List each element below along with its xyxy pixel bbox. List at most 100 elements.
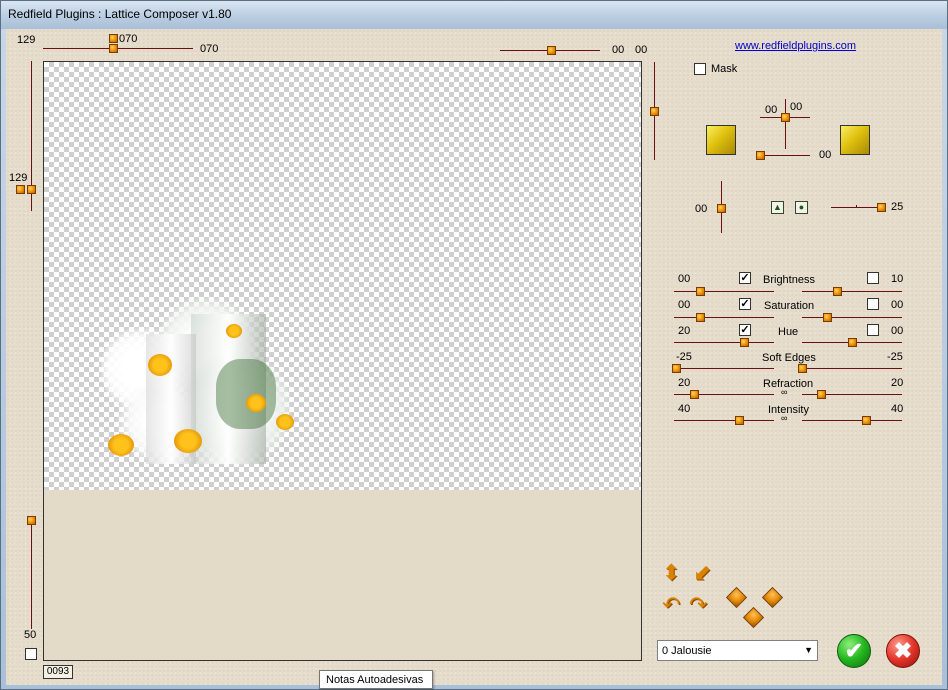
corner-value: 129 bbox=[17, 34, 36, 46]
rotate-right-icon[interactable]: ↷ bbox=[689, 594, 707, 616]
light-slider-value: 25 bbox=[891, 201, 904, 213]
mask-checkbox[interactable] bbox=[694, 63, 706, 75]
refraction-label: Refraction bbox=[763, 378, 814, 390]
light-vertical-knob[interactable] bbox=[717, 204, 726, 213]
intensity-link-icon[interactable]: ∞ bbox=[781, 413, 787, 423]
left-upper-slider-knob-a[interactable] bbox=[16, 185, 25, 194]
hue-right-knob[interactable] bbox=[848, 338, 857, 347]
cancel-button[interactable]: ✖ bbox=[886, 634, 920, 668]
window-title: Redfield Plugins : Lattice Composer v1.8… bbox=[8, 7, 232, 21]
left-lower-slider-track[interactable] bbox=[31, 519, 32, 629]
slider-b-value: 070 bbox=[200, 43, 219, 55]
preset-select-value: 0 Jalousie bbox=[662, 645, 712, 657]
refraction-right-knob[interactable] bbox=[817, 390, 826, 399]
saturation-right-track[interactable] bbox=[802, 317, 902, 318]
check-icon: ✔ bbox=[844, 638, 864, 663]
light-value: 00 bbox=[695, 203, 708, 215]
refraction-left-knob[interactable] bbox=[690, 390, 699, 399]
hue-label: Hue bbox=[778, 326, 799, 338]
website-link[interactable]: www.redfieldplugins.com bbox=[735, 40, 856, 52]
soft-edges-right-track[interactable] bbox=[802, 368, 902, 369]
brightness-right-knob[interactable] bbox=[833, 287, 842, 296]
chevron-down-icon[interactable]: ▼ bbox=[804, 645, 813, 655]
flip-vertical-icon[interactable]: ⬍ bbox=[662, 562, 680, 584]
hue-right-value: 00 bbox=[891, 325, 904, 337]
refraction-link-icon[interactable]: ∞ bbox=[781, 387, 787, 397]
intensity-right-value: 40 bbox=[891, 403, 904, 415]
brightness-left-track[interactable] bbox=[674, 291, 774, 292]
preset-select[interactable]: 0 Jalousie ▼ bbox=[657, 640, 818, 661]
top-right-slider-knob[interactable] bbox=[547, 46, 556, 55]
brightness-checkbox[interactable]: ✓ bbox=[739, 272, 751, 284]
hue-left-knob[interactable] bbox=[740, 338, 749, 347]
refraction-right-value: 20 bbox=[891, 377, 904, 389]
soft-edges-left-knob[interactable] bbox=[672, 364, 681, 373]
intensity-label: Intensity bbox=[768, 404, 809, 416]
refraction-left-track[interactable] bbox=[674, 394, 774, 395]
soft-edges-left-track[interactable] bbox=[674, 368, 774, 369]
left-bottom-value: 50 bbox=[24, 629, 37, 641]
saturation-checkbox[interactable]: ✓ bbox=[739, 298, 751, 310]
top-right-value-1: 00 bbox=[612, 44, 625, 56]
slider-a-track[interactable] bbox=[43, 48, 193, 49]
rotate-left-icon[interactable]: ↶ bbox=[662, 594, 680, 616]
offset-x-value: 00 bbox=[765, 104, 778, 116]
hue-left-value: 20 bbox=[678, 325, 691, 337]
plugin-window: Redfield Plugins : Lattice Composer v1.8… bbox=[0, 0, 948, 690]
mask-label: Mask bbox=[711, 63, 738, 75]
color-swatch-2[interactable] bbox=[840, 125, 870, 155]
hue-checkbox[interactable]: ✓ bbox=[739, 324, 751, 336]
intensity-left-knob[interactable] bbox=[735, 416, 744, 425]
left-upper-slider-knob-b[interactable] bbox=[27, 185, 36, 194]
random-dice-icon-3[interactable] bbox=[742, 606, 765, 629]
intensity-left-track[interactable] bbox=[674, 420, 774, 421]
soft-edges-right-knob[interactable] bbox=[798, 364, 807, 373]
saturation-left-track[interactable] bbox=[674, 317, 774, 318]
taskbar-tooltip: Notas Autoadesivas bbox=[319, 670, 433, 689]
light-center-button[interactable]: ● bbox=[795, 201, 808, 214]
slider-a-knob[interactable] bbox=[109, 44, 118, 53]
intensity-right-knob[interactable] bbox=[862, 416, 871, 425]
offset-crosshair-knob[interactable] bbox=[781, 113, 790, 122]
title-bar: Redfield Plugins : Lattice Composer v1.8… bbox=[1, 1, 947, 29]
color-swatch-1[interactable] bbox=[706, 125, 736, 155]
saturation-right-value: 00 bbox=[891, 299, 904, 311]
plugin-client-area: 129 070 070 00 00 129 50 0093 www.redfie… bbox=[6, 29, 942, 685]
saturation-left-knob[interactable] bbox=[696, 313, 705, 322]
preview-canvas[interactable] bbox=[43, 61, 642, 661]
soft-edges-label: Soft Edges bbox=[762, 352, 816, 364]
light-slider-knob[interactable] bbox=[877, 203, 886, 212]
offset-slider-knob[interactable] bbox=[756, 151, 765, 160]
offset-vertical-track[interactable] bbox=[785, 99, 786, 149]
saturation-left-value: 00 bbox=[678, 299, 691, 311]
resize-diagonal-icon[interactable]: ⬋ bbox=[693, 562, 711, 584]
top-right-value-2: 00 bbox=[635, 44, 648, 56]
brightness-left-knob[interactable] bbox=[696, 287, 705, 296]
offset-slider-track[interactable] bbox=[758, 155, 810, 156]
ok-button[interactable]: ✔ bbox=[837, 634, 871, 668]
light-slider-tick bbox=[856, 205, 857, 208]
brightness-left-value: 00 bbox=[678, 273, 691, 285]
slider-a-upper-knob[interactable] bbox=[109, 34, 118, 43]
brightness-right-checkbox[interactable] bbox=[867, 272, 879, 284]
saturation-right-knob[interactable] bbox=[823, 313, 832, 322]
left-lower-slider-knob[interactable] bbox=[27, 516, 36, 525]
brightness-right-track[interactable] bbox=[802, 291, 902, 292]
offset-slider-value: 00 bbox=[819, 149, 832, 161]
light-up-button[interactable]: ▲ bbox=[771, 201, 784, 214]
frame-counter: 0093 bbox=[43, 665, 73, 679]
intensity-right-track[interactable] bbox=[802, 420, 902, 421]
right-vertical-slider-knob[interactable] bbox=[650, 107, 659, 116]
daisy-lattice-image bbox=[96, 294, 302, 484]
saturation-right-checkbox[interactable] bbox=[867, 298, 879, 310]
refraction-left-value: 20 bbox=[678, 377, 691, 389]
random-dice-icon-2[interactable] bbox=[761, 586, 784, 609]
slider-a-value: 070 bbox=[119, 33, 138, 45]
left-bottom-checkbox[interactable] bbox=[25, 648, 37, 660]
hue-left-track[interactable] bbox=[674, 342, 774, 343]
close-icon: ✖ bbox=[893, 638, 913, 663]
saturation-label: Saturation bbox=[764, 300, 815, 312]
random-dice-icon-1[interactable] bbox=[725, 586, 748, 609]
hue-right-checkbox[interactable] bbox=[867, 324, 879, 336]
left-middle-value: 129 bbox=[9, 172, 28, 184]
